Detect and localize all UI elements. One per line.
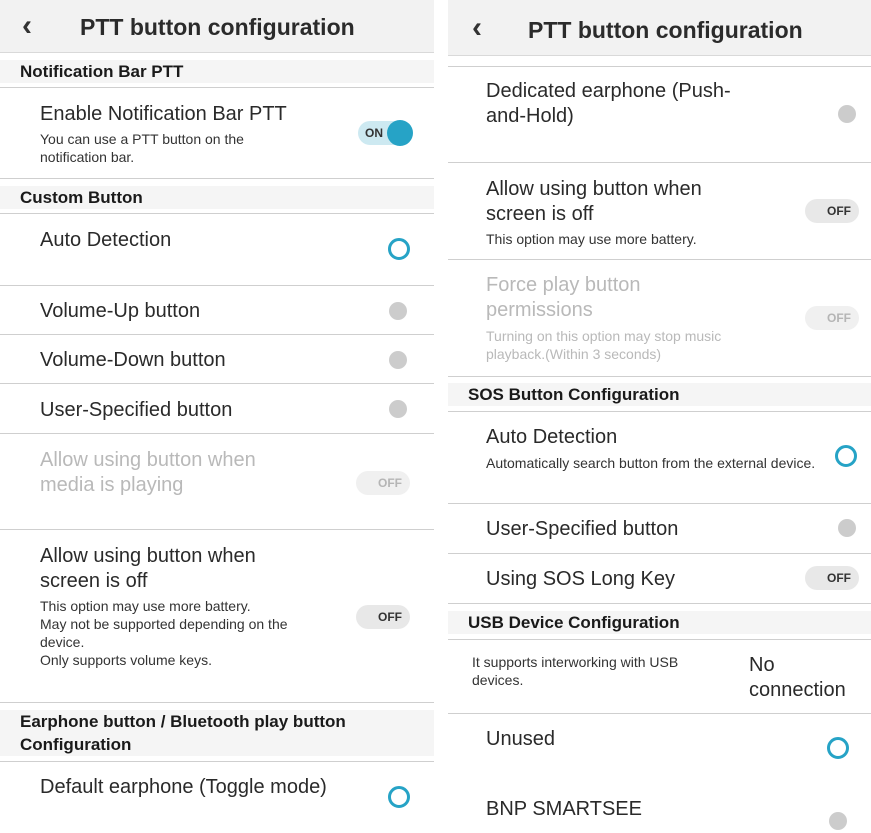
radio-selected-icon[interactable]	[827, 737, 849, 759]
media-playing-toggle[interactable]: OFF	[356, 471, 410, 495]
toggle-label: OFF	[827, 571, 851, 585]
row-title: Allow using button when media is playing	[40, 449, 256, 496]
row-title: User-Specified button	[486, 518, 679, 540]
row-description: This option may use more battery.	[486, 231, 697, 247]
page-title: PTT button configuration	[80, 14, 355, 40]
row-title: Volume-Down button	[40, 349, 226, 371]
sos-user-specified-row[interactable]: User-Specified button	[448, 504, 871, 553]
row-description: This option may use more battery. May no…	[40, 598, 288, 668]
dedicated-earphone-row[interactable]: Dedicated earphone (Push-and-Hold)	[448, 67, 871, 162]
sos-long-key-row[interactable]: Using SOS Long Key OFF	[448, 554, 871, 603]
section-earphone-button: Earphone button / Bluetooth play button …	[0, 710, 434, 756]
radio-unselected-icon[interactable]	[389, 302, 407, 320]
row-title: Allow using button when screen is off	[486, 178, 702, 225]
radio-unselected-icon[interactable]	[829, 812, 847, 830]
row-description: It supports interworking with USB device…	[472, 654, 679, 688]
section-notification-bar-ptt: Notification Bar PTT	[0, 60, 434, 83]
screen-off-toggle[interactable]: OFF	[356, 605, 410, 629]
row-title: Unused	[486, 728, 555, 750]
row-title: User-Specified button	[40, 399, 233, 421]
row-description: Turning on this option may stop music pl…	[486, 328, 722, 362]
divider	[0, 702, 434, 703]
sos-auto-detection-row[interactable]: Auto Detection Automatically search butt…	[448, 412, 871, 503]
row-title: Auto Detection	[486, 426, 618, 448]
usb-connection-status: No connection	[749, 654, 846, 701]
force-play-row[interactable]: Force play button permissions Turning on…	[448, 260, 871, 376]
screen-off-row[interactable]: Allow using button when screen is off Th…	[0, 530, 434, 702]
back-arrow-icon[interactable]: ‹	[472, 13, 482, 43]
left-screen: ‹ PTT button configuration Notification …	[0, 0, 434, 833]
row-title: Default earphone (Toggle mode)	[40, 776, 327, 798]
radio-unselected-icon[interactable]	[389, 400, 407, 418]
radio-selected-icon[interactable]	[388, 238, 410, 260]
row-title: Volume-Up button	[40, 300, 201, 322]
volume-down-row[interactable]: Volume-Down button	[0, 335, 434, 383]
default-earphone-row[interactable]: Default earphone (Toggle mode)	[0, 762, 434, 833]
user-specified-row[interactable]: User-Specified button	[0, 384, 434, 433]
toggle-knob	[387, 120, 413, 146]
right-screen: ‹ PTT button configuration Dedicated ear…	[448, 0, 871, 833]
toggle-label: ON	[365, 126, 383, 140]
divider	[448, 603, 871, 604]
radio-unselected-icon[interactable]	[838, 105, 856, 123]
toggle-label: OFF	[378, 610, 402, 624]
section-sos-button: SOS Button Configuration	[448, 383, 871, 406]
usb-info-row: It supports interworking with USB device…	[448, 640, 871, 713]
toggle-label: OFF	[827, 311, 851, 325]
media-playing-row[interactable]: Allow using button when media is playing…	[0, 434, 434, 529]
section-usb-device: USB Device Configuration	[448, 611, 871, 634]
divider	[0, 178, 434, 179]
row-title: Using SOS Long Key	[486, 568, 675, 590]
radio-unselected-icon[interactable]	[389, 351, 407, 369]
back-arrow-icon[interactable]: ‹	[22, 11, 32, 41]
usb-unused-row[interactable]: Unused	[448, 714, 871, 784]
volume-up-row[interactable]: Volume-Up button	[0, 286, 434, 334]
toggle-label: OFF	[378, 476, 402, 490]
row-title: Auto Detection	[40, 229, 172, 251]
radio-selected-icon[interactable]	[835, 445, 857, 467]
force-play-toggle[interactable]: OFF	[805, 306, 859, 330]
radio-selected-icon[interactable]	[388, 786, 410, 808]
custom-auto-detection-row[interactable]: Auto Detection	[0, 214, 434, 286]
row-title: Allow using button when screen is off	[40, 545, 256, 592]
row-title: Enable Notification Bar PTT	[40, 103, 287, 125]
app-bar: ‹ PTT button configuration	[0, 0, 434, 53]
usb-bnp-smartsee-row[interactable]: BNP SMARTSEE	[448, 784, 871, 833]
screen-off-row[interactable]: Allow using button when screen is off Th…	[448, 163, 871, 259]
section-custom-button: Custom Button	[0, 186, 434, 209]
enable-notification-toggle[interactable]: ON	[358, 120, 413, 146]
screen-off-toggle[interactable]: OFF	[805, 199, 859, 223]
app-bar: ‹ PTT button configuration	[448, 0, 871, 56]
sos-long-key-toggle[interactable]: OFF	[805, 566, 859, 590]
row-description: You can use a PTT button on the notifica…	[40, 131, 244, 165]
divider	[448, 376, 871, 377]
toggle-label: OFF	[827, 204, 851, 218]
row-title: BNP SMARTSEE	[486, 798, 642, 820]
row-title: Dedicated earphone (Push-and-Hold)	[486, 80, 731, 127]
enable-notification-bar-ptt-row[interactable]: Enable Notification Bar PTT You can use …	[0, 88, 434, 178]
page-title: PTT button configuration	[528, 17, 803, 43]
row-description: Automatically search button from the ext…	[486, 455, 816, 471]
radio-unselected-icon[interactable]	[838, 519, 856, 537]
row-title: Force play button permissions	[486, 274, 641, 321]
